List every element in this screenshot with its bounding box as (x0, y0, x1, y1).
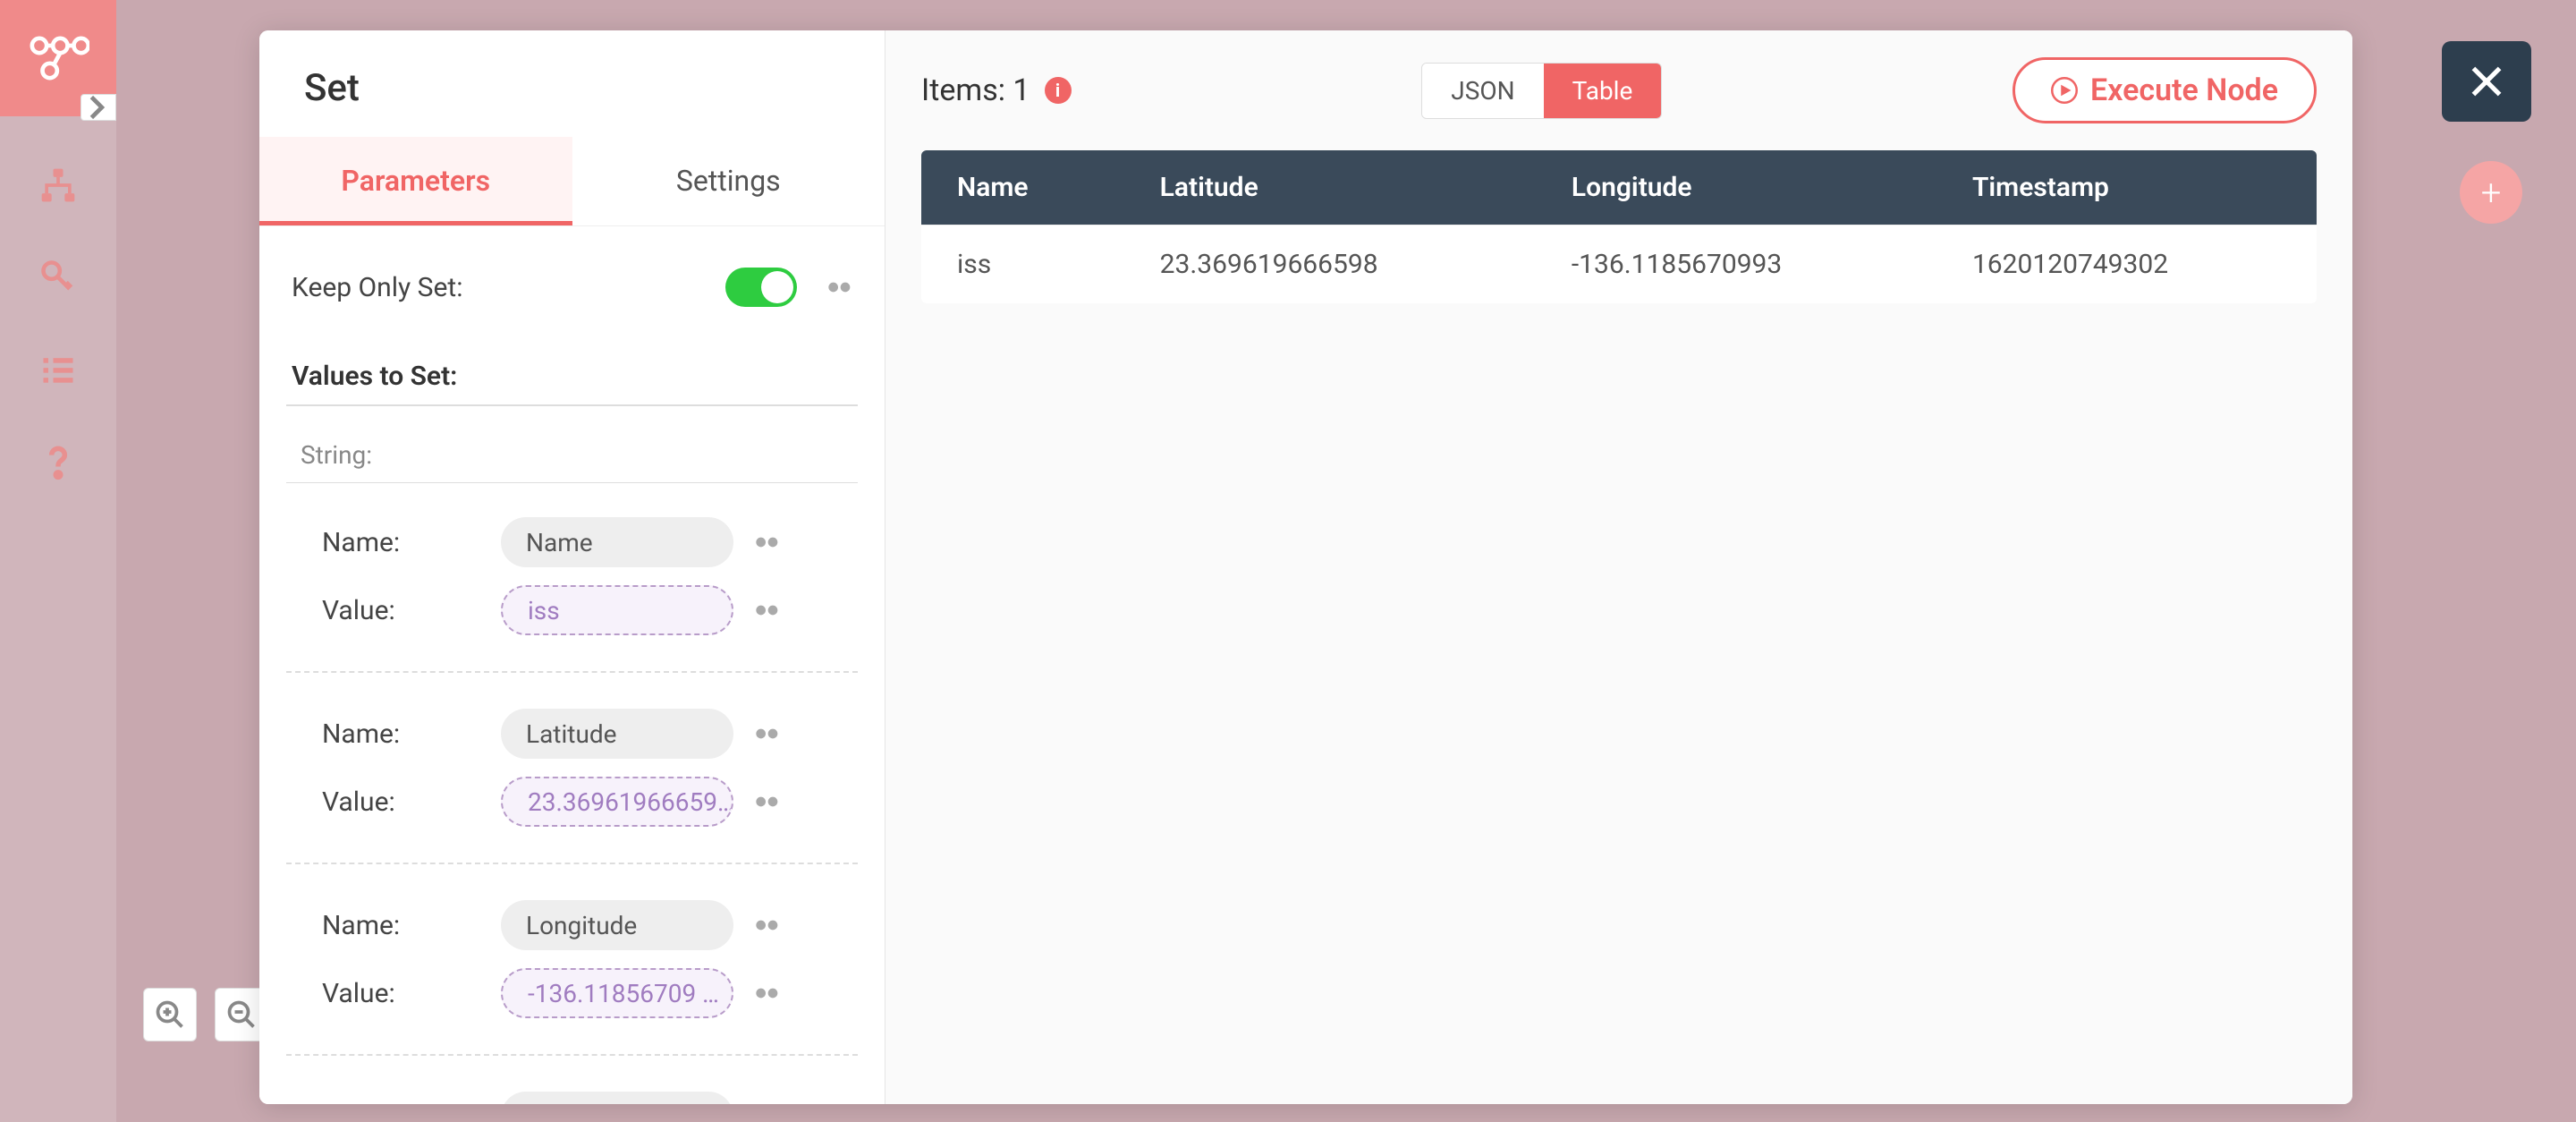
sidebar-workflows-icon[interactable] (38, 166, 78, 208)
sidebar-help-icon[interactable] (38, 442, 78, 485)
parameters-panel: Set Parameters Settings Keep Only Set: V… (259, 30, 886, 1104)
field-name-label: Name: (322, 910, 483, 941)
gear-icon (751, 911, 780, 939)
sitemap-icon (38, 166, 78, 205)
string-section-label: String: (286, 433, 858, 483)
output-header: Items: 1 i JSON Table Execute Node (921, 57, 2317, 123)
view-table-button[interactable]: Table (1544, 64, 1662, 118)
app-logo[interactable] (0, 0, 116, 116)
gear-icon (751, 528, 780, 557)
zoom-out-icon (225, 999, 258, 1031)
gear-icon (751, 787, 780, 816)
tab-settings[interactable]: Settings (572, 137, 886, 225)
sidebar-credentials-icon[interactable] (38, 258, 78, 301)
node-editor-modal: Set Parameters Settings Keep Only Set: V… (259, 30, 2352, 1104)
list-icon (38, 350, 78, 389)
field-value-label: Value: (322, 595, 483, 626)
field-options[interactable] (751, 528, 780, 557)
field-name-label: Name: (322, 1101, 483, 1105)
table-header: Name (921, 150, 1124, 225)
string-field-group: Name: Value: 23.36961966659… (286, 700, 858, 864)
field-name-label: Name: (322, 527, 483, 558)
field-name-input[interactable] (501, 900, 733, 950)
execute-node-button[interactable]: Execute Node (2012, 57, 2317, 123)
keep-only-set-label: Keep Only Set: (292, 272, 462, 303)
field-value-expression[interactable]: 23.36961966659… (501, 777, 733, 827)
field-name-input[interactable] (501, 1092, 733, 1104)
plus-icon: + (2481, 172, 2502, 214)
gear-icon (751, 596, 780, 625)
question-icon (38, 442, 78, 481)
items-count-label: Items: 1 (921, 72, 1030, 108)
table-header: Latitude (1124, 150, 1536, 225)
gear-icon (824, 273, 852, 302)
panel-tabs: Parameters Settings (259, 137, 885, 226)
close-modal-button[interactable] (2442, 41, 2531, 122)
keep-only-set-row: Keep Only Set: (286, 262, 858, 325)
table-row[interactable]: iss 23.369619666598 -136.1185670993 1620… (921, 225, 2317, 304)
tab-parameters[interactable]: Parameters (259, 137, 572, 225)
table-cell: -136.1185670993 (1536, 225, 1936, 304)
sidebar-expand-handle[interactable] (80, 94, 116, 121)
node-title: Set (259, 30, 885, 137)
keep-only-set-toggle[interactable] (725, 268, 797, 307)
zoom-in-icon (154, 999, 186, 1031)
info-icon[interactable]: i (1045, 77, 1072, 104)
zoom-in-button[interactable] (143, 988, 197, 1041)
field-value-expression[interactable]: -136.11856709 … (501, 968, 733, 1018)
sidebar-executions-icon[interactable] (38, 350, 78, 393)
gear-icon (751, 719, 780, 748)
table-cell: iss (921, 225, 1124, 304)
field-options[interactable] (751, 911, 780, 939)
gear-icon (751, 1102, 780, 1104)
keep-only-set-options[interactable] (824, 273, 852, 302)
field-name-label: Name: (322, 718, 483, 750)
field-value-label: Value: (322, 786, 483, 818)
chevron-right-icon (81, 76, 115, 139)
execute-node-label: Execute Node (2090, 72, 2278, 108)
parameters-scroll[interactable]: Keep Only Set: Values to Set: String: Na… (259, 226, 885, 1104)
string-field-group: Name: Value: iss (286, 508, 858, 673)
gear-icon (751, 979, 780, 1007)
zoom-controls (143, 988, 268, 1041)
add-node-button[interactable]: + (2460, 161, 2522, 224)
field-name-input[interactable] (501, 517, 733, 567)
values-to-set-title: Values to Set: (286, 325, 858, 406)
field-options[interactable] (751, 596, 780, 625)
table-cell: 23.369619666598 (1124, 225, 1536, 304)
field-options[interactable] (751, 719, 780, 748)
key-icon (38, 258, 78, 297)
play-icon (2051, 77, 2078, 104)
field-name-input[interactable] (501, 709, 733, 759)
app-sidebar (0, 0, 116, 1122)
field-value-expression[interactable]: iss (501, 585, 733, 635)
table-cell: 1620120749302 (1936, 225, 2317, 304)
string-field-group: Name: Value: 1620120749302 (286, 1083, 858, 1104)
field-options[interactable] (751, 787, 780, 816)
items-count: Items: 1 i (921, 72, 1072, 108)
field-value-label: Value: (322, 978, 483, 1009)
field-options[interactable] (751, 979, 780, 1007)
string-field-group: Name: Value: -136.11856709 … (286, 891, 858, 1056)
close-icon (2464, 59, 2509, 104)
output-panel: Items: 1 i JSON Table Execute Node Name … (886, 30, 2352, 1104)
output-view-toggle: JSON Table (1421, 63, 1662, 119)
view-json-button[interactable]: JSON (1422, 64, 1543, 118)
n8n-logo-icon (27, 27, 89, 89)
table-header: Timestamp (1936, 150, 2317, 225)
table-header: Longitude (1536, 150, 1936, 225)
output-table: Name Latitude Longitude Timestamp iss 23… (921, 150, 2317, 303)
field-options[interactable] (751, 1102, 780, 1104)
